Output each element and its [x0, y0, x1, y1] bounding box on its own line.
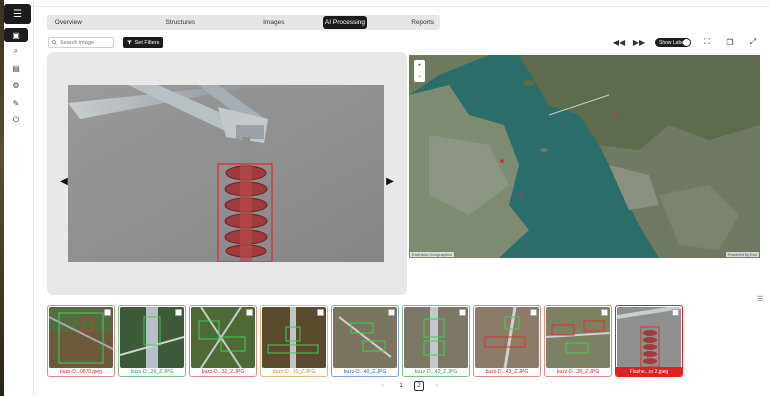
map-zoom-control: + − [414, 60, 425, 82]
search-input[interactable] [60, 39, 112, 46]
thumbnail-card[interactable]: buzz-D...0870.jpeg [47, 305, 115, 377]
thumbnail-image [475, 307, 539, 368]
sidebar-item-analytics[interactable]: ▤ [4, 61, 28, 75]
thumbnail-caption: Flashe...or 2.jpeg [616, 367, 682, 376]
fast-forward-icon: ▶▶ [632, 37, 646, 47]
dashboard-icon: ▣ [12, 30, 20, 40]
thumbnail-checkbox[interactable] [530, 309, 537, 316]
thumbnail-card[interactable]: buzz-D...42_Z.JPG [402, 305, 470, 377]
thumbnail-checkbox[interactable] [246, 309, 253, 316]
zoom-in-button[interactable]: + [418, 63, 422, 69]
thumbnail-checkbox[interactable] [175, 309, 182, 316]
crop-icon: ⛶ [704, 37, 710, 46]
filter-icon [126, 40, 132, 45]
next-image-button[interactable]: ▶ [386, 175, 394, 187]
thumbnail-card[interactable]: buzz-D...43_Z.JPG [473, 305, 541, 377]
thumbnail-card[interactable]: buzz-D...15_Z.JPG [260, 305, 328, 377]
tab-ai-processing[interactable]: AI Processing [322, 16, 368, 29]
thumbnail-caption: buzz-D...43_Z.JPG [485, 368, 529, 375]
tab-bar: Overview Structures Images AI Processing… [47, 15, 440, 30]
rewind-icon: ◀◀ [612, 37, 626, 47]
thumbnail-card[interactable]: buzz-D...39_Z.JPG [544, 305, 612, 377]
pagination: ‹ 1 2 › [378, 381, 442, 391]
show-labels-toggle[interactable]: Show Labels [655, 38, 691, 47]
prev-page-button[interactable]: ‹ [378, 381, 388, 391]
sidebar-item-search[interactable]: ⌕ [4, 44, 28, 58]
menu-collapse-icon: ☰ [13, 8, 22, 20]
thumbnail-checkbox[interactable] [104, 309, 111, 316]
thumbnail-card[interactable]: buzz-D...29_Z.JPG [118, 305, 186, 377]
tab-reports[interactable]: Reports [405, 16, 440, 29]
thumbnail-image [49, 307, 113, 368]
copy-button[interactable]: ❐ [724, 37, 736, 47]
tab-images[interactable]: Images [255, 16, 293, 29]
wrench-icon: ✎ [12, 98, 20, 108]
sidebar-item-settings[interactable]: ⚙ [4, 78, 28, 92]
copy-icon: ❐ [726, 37, 734, 47]
map-attribution: Earthstar Geographics [410, 252, 455, 257]
sidebar-item-tools[interactable]: ✎ [4, 96, 28, 110]
list-view-icon[interactable]: ☰ [757, 295, 763, 303]
thumbnail-image [546, 307, 610, 368]
main-inspection-image[interactable] [68, 85, 384, 262]
map-powered-by: Powered by Esri [726, 252, 760, 257]
thumbnail-image [191, 307, 255, 368]
thumbnail-caption: buzz-D...42_Z.JPG [414, 368, 458, 375]
sidebar-toggle-button[interactable]: ☰ [4, 4, 31, 24]
set-filters-label: Set Filters [134, 39, 160, 46]
prev-image-button[interactable]: ◀ [60, 175, 68, 187]
fullscreen-button[interactable]: ⤢ [747, 37, 759, 47]
thumbnail-card[interactable]: buzz-D...40_Z.JPG [331, 305, 399, 377]
thumbnail-image [262, 307, 326, 368]
thumbnail-card-selected[interactable]: Flashe...or 2.jpeg [615, 305, 683, 377]
crop-button[interactable]: ⛶ [701, 37, 713, 47]
arrow-right-icon: ▶ [386, 175, 394, 187]
page-2-button[interactable]: 2 [414, 381, 424, 391]
logout-icon: ⏻ [12, 115, 20, 124]
set-filters-button[interactable]: Set Filters [123, 37, 163, 48]
thumbnail-card[interactable]: buzz-D...32_Z.JPG [189, 305, 257, 377]
thumbnail-checkbox[interactable] [459, 309, 466, 316]
sidebar-item-logout[interactable]: ⏻ [4, 113, 28, 127]
arrow-left-icon: ◀ [60, 175, 68, 187]
fullscreen-icon: ⤢ [749, 37, 757, 46]
thumbnail-image [120, 307, 184, 368]
tab-structures[interactable]: Structures [138, 16, 223, 29]
sidebar [4, 0, 34, 396]
chart-icon: ▤ [12, 63, 20, 73]
page-1-button[interactable]: 1 [396, 381, 406, 391]
toggle-knob [683, 39, 690, 46]
header-divider [34, 6, 770, 7]
tab-overview[interactable]: Overview [50, 16, 87, 29]
thumbnail-caption: buzz-D...32_Z.JPG [201, 368, 245, 375]
fast-forward-button[interactable]: ▶▶ [633, 37, 645, 47]
thumbnail-image [617, 307, 681, 368]
satellite-map[interactable] [409, 55, 760, 258]
thumbnail-caption: buzz-D...0870.jpeg [60, 368, 102, 375]
zoom-out-button[interactable]: − [418, 74, 422, 80]
thumbnail-checkbox[interactable] [601, 309, 608, 316]
thumbnail-checkbox[interactable] [672, 309, 679, 316]
search-icon [52, 40, 57, 45]
thumbnail-caption: buzz-D...15_Z.JPG [272, 368, 316, 375]
thumbnail-caption: buzz-D...40_Z.JPG [343, 368, 387, 375]
rewind-button[interactable]: ◀◀ [613, 37, 625, 47]
thumbnail-checkbox[interactable] [388, 309, 395, 316]
settings-icon: ⚙ [12, 80, 20, 90]
thumbnail-caption: buzz-D...39_Z.JPG [556, 368, 600, 375]
thumbnail-image [333, 307, 397, 368]
next-page-button[interactable]: › [432, 381, 442, 391]
search-box [48, 37, 114, 48]
thumbnail-checkbox[interactable] [317, 309, 324, 316]
sidebar-item-dashboard[interactable]: ▣ [4, 28, 28, 42]
thumbnail-caption: buzz-D...29_Z.JPG [130, 368, 174, 375]
thumbnail-image [404, 307, 468, 368]
search-icon: ⌕ [13, 46, 19, 55]
